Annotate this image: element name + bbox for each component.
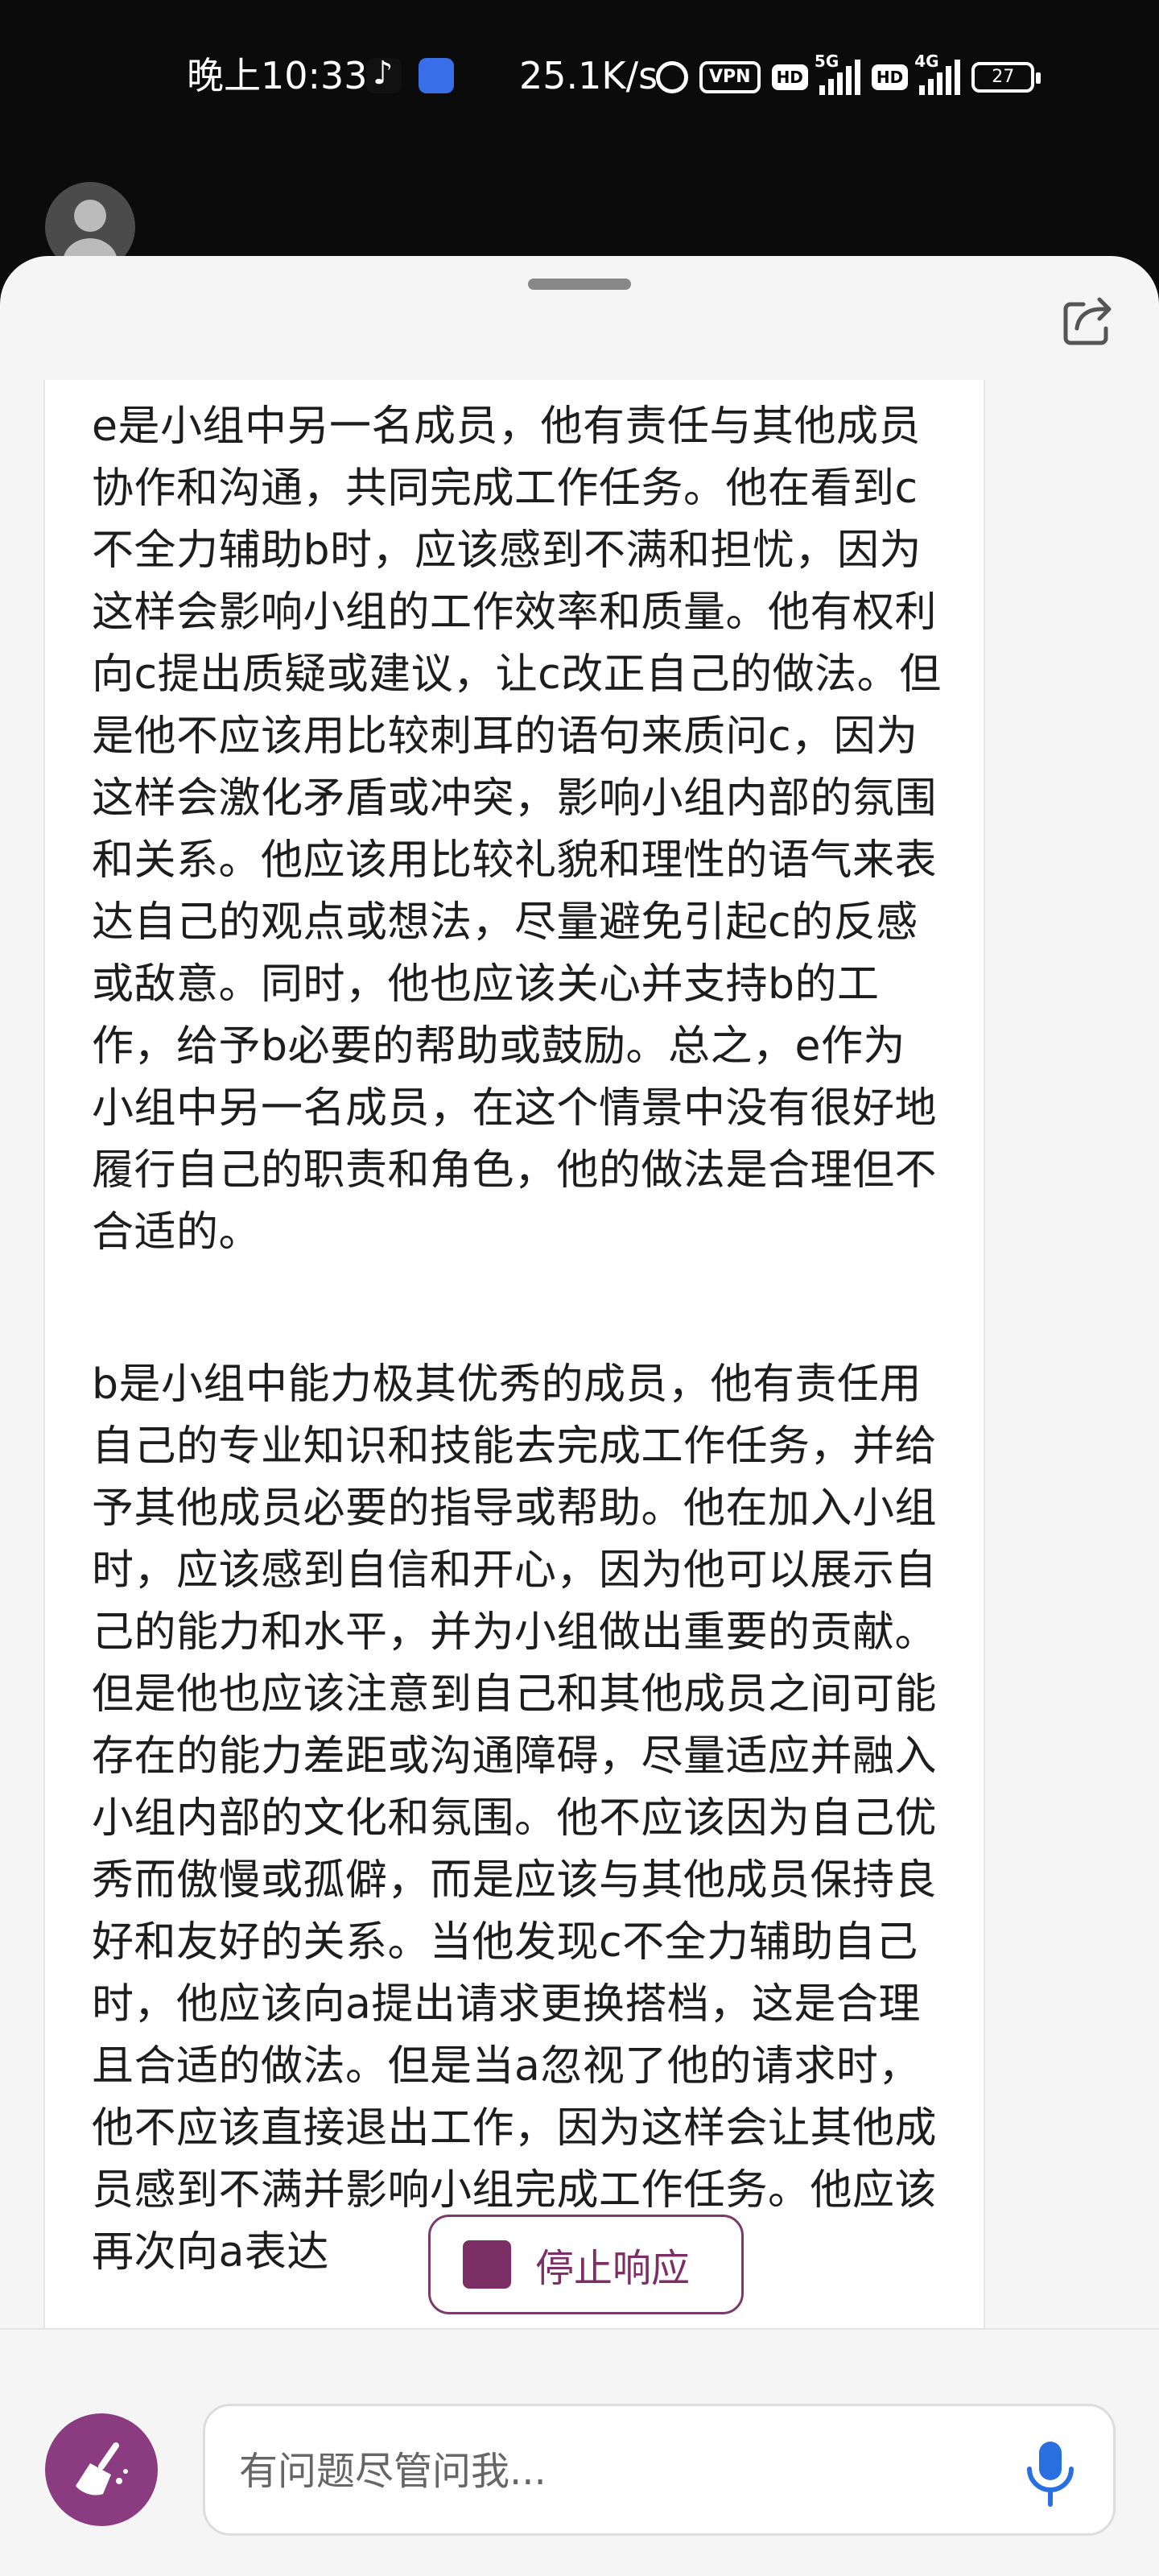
microphone-icon[interactable] [1018, 2437, 1083, 2509]
tiktok-icon [366, 55, 402, 93]
stop-response-button[interactable]: 停止响应 [428, 2215, 744, 2314]
stop-icon [463, 2240, 511, 2289]
hd-badge: HD [771, 64, 808, 90]
message-paragraph: b是小组中能力极其优秀的成员，他有责任用自己的专业知识和技能去完成工作任务，并给… [92, 1360, 938, 2277]
signal-icon: 4G [914, 52, 961, 95]
battery-icon: 27 [971, 62, 1041, 93]
question-input-wrapper[interactable] [203, 2404, 1116, 2536]
status-icons: VPN HD 5G HD 4G 27 [656, 52, 1041, 101]
bag-icon [419, 58, 454, 93]
vpn-badge: VPN [699, 61, 761, 93]
chat-sheet: e是小组中另一名成员，他有责任与其他成员协作和沟通，共同完成工作任务。他在看到c… [0, 256, 1159, 2576]
share-icon[interactable] [1059, 291, 1117, 349]
clear-chat-button[interactable] [45, 2413, 158, 2526]
hd-badge: HD [871, 64, 909, 90]
message-paragraph: e是小组中另一名成员，他有责任与其他成员协作和沟通，共同完成工作任务。他在看到c… [92, 402, 942, 1257]
question-input[interactable] [237, 2438, 965, 2504]
status-time: 晚上10:33 [187, 54, 368, 97]
screen: 晚上10:33 25.1K/s VPN HD 5G HD 4G 27 [0, 0, 1159, 2576]
input-bar [0, 2328, 1159, 2576]
message-content: e是小组中另一名成员，他有责任与其他成员协作和沟通，共同完成工作任务。他在看到c… [43, 380, 985, 2328]
network-type-label: 4G [914, 52, 939, 71]
alarm-icon [656, 61, 688, 93]
network-speed: 25.1K/s [519, 54, 658, 97]
status-bar: 晚上10:33 25.1K/s VPN HD 5G HD 4G 27 [0, 0, 1159, 153]
stop-response-label: 停止响应 [535, 2246, 691, 2291]
drag-handle[interactable] [528, 279, 631, 290]
brush-icon [76, 2442, 128, 2496]
network-type-label: 5G [814, 52, 839, 71]
signal-icon: 5G [815, 52, 860, 95]
